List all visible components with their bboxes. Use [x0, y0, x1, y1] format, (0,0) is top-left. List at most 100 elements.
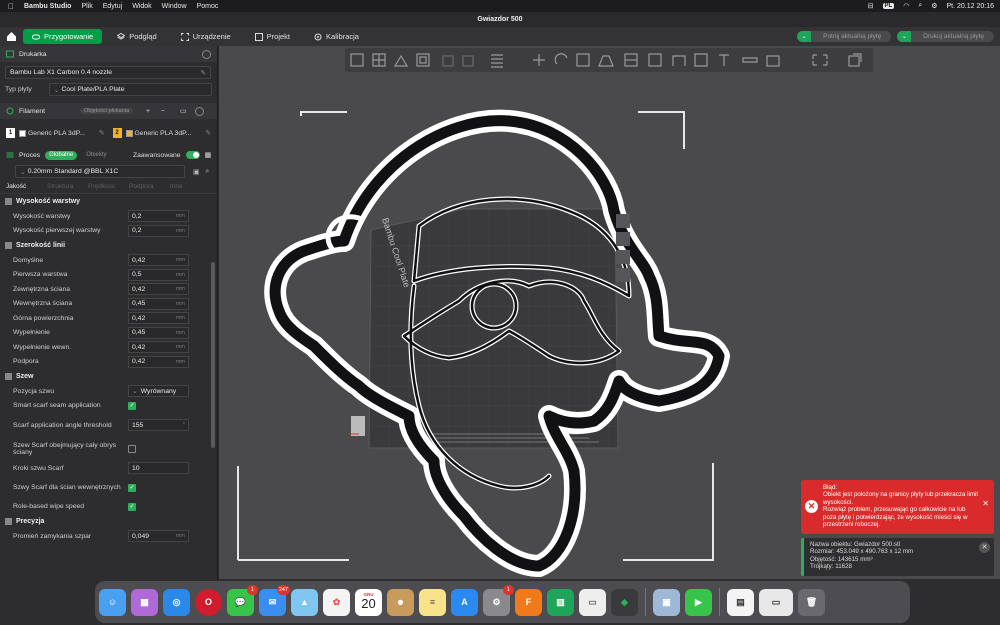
- add-filament-icon[interactable]: +: [146, 108, 150, 115]
- smart-scarf-checkbox[interactable]: ✓: [128, 401, 136, 410]
- plate-type-select[interactable]: ⌄ Cool Plate/PLA Plate: [48, 83, 212, 96]
- line-width-input[interactable]: 0,42 mm: [128, 355, 189, 368]
- home-icon[interactable]: [4, 30, 18, 44]
- app-menu[interactable]: Bambu Studio: [24, 3, 71, 10]
- opera-icon[interactable]: O: [195, 588, 222, 616]
- app-store-icon[interactable]: A: [451, 588, 478, 616]
- line-width-input[interactable]: 0,42 mm: [128, 283, 189, 296]
- filament-slot-1[interactable]: Generic PLA 3dP... ✎: [19, 129, 105, 137]
- first-layer-height-input[interactable]: 0,2 mm: [128, 224, 189, 237]
- line-width-input[interactable]: 0,45 mm: [128, 326, 189, 339]
- subtab-speed[interactable]: Prędkość: [88, 183, 129, 190]
- toggles-icon[interactable]: ⚙: [931, 2, 937, 10]
- wipe-speed-checkbox[interactable]: ✓: [128, 502, 136, 511]
- line-width-input[interactable]: 0,45 mm: [128, 297, 189, 310]
- apple-menu-icon[interactable]: : [6, 2, 16, 11]
- scarf-steps-input[interactable]: 10: [128, 462, 189, 475]
- control-center-icon[interactable]: ⊟: [868, 2, 874, 10]
- project-file-icon[interactable]: ▤: [727, 588, 754, 616]
- process-preset-select[interactable]: ⌄ 0.20mm Standard @BBL X1C: [15, 165, 185, 178]
- save-preset-icon[interactable]: ▣: [193, 168, 199, 176]
- param-line-width: Domyślne 0,42 mm: [0, 253, 217, 268]
- close-icon[interactable]: ✕: [982, 499, 989, 507]
- filament-settings-icon[interactable]: [195, 106, 205, 116]
- slice-plate-button[interactable]: ⌄ Potnij aktualną płytę: [797, 31, 892, 42]
- plate-arrange-icon[interactable]: [616, 250, 630, 264]
- fusion-icon[interactable]: F: [515, 588, 542, 616]
- notes-icon[interactable]: ≡: [419, 588, 446, 616]
- wifi-icon[interactable]: ◠: [903, 2, 909, 10]
- input-source[interactable]: PL: [882, 3, 895, 9]
- tab-calibration[interactable]: Kalibracja: [305, 29, 368, 44]
- close-icon[interactable]: ✕: [979, 542, 990, 553]
- numbers-icon[interactable]: ▥: [547, 588, 574, 616]
- tab-device[interactable]: Urządzenie: [172, 29, 240, 44]
- closing-radius-input[interactable]: 0,049 mm: [128, 530, 189, 543]
- facetime-icon[interactable]: ▶: [685, 588, 712, 616]
- printer-settings-icon[interactable]: [202, 49, 211, 59]
- photos-icon[interactable]: ✿: [323, 588, 350, 616]
- edit-icon[interactable]: ✎: [200, 69, 206, 77]
- scarf-full-checkbox[interactable]: [128, 445, 136, 453]
- preview-icon[interactable]: ▭: [579, 588, 606, 616]
- subtab-quality[interactable]: Jakość: [6, 183, 47, 190]
- clock[interactable]: Pt. 20.12 20:16: [947, 3, 994, 10]
- plate-orient-icon[interactable]: [616, 232, 630, 246]
- search-icon[interactable]: ⌕: [205, 168, 209, 176]
- menu-pomoc[interactable]: Pomoc: [197, 3, 219, 10]
- plate-lock-icon[interactable]: [616, 268, 630, 282]
- scarf-angle-input[interactable]: 155 °: [128, 419, 189, 431]
- 3d-viewport[interactable]: Bambu Cool Plate ✕ Błąd: Obiekt jest poł…: [219, 46, 1000, 579]
- tab-project[interactable]: Projekt: [246, 29, 299, 44]
- flush-volumes-button[interactable]: Objętości płukania: [80, 108, 134, 114]
- sidebar-scrollbar[interactable]: [211, 262, 215, 448]
- recent-window-icon[interactable]: ▭: [759, 588, 793, 616]
- remove-filament-icon[interactable]: −: [161, 108, 165, 115]
- printer-select[interactable]: Bambu Lab X1 Carbon 0.4 nozzle ✎: [5, 66, 211, 79]
- global-toggle[interactable]: Globalne: [45, 150, 78, 160]
- seam-position-select[interactable]: ⌄ Wyrównany: [128, 385, 189, 398]
- chevron-down-icon[interactable]: ⌄: [797, 31, 812, 42]
- menu-edytuj[interactable]: Edytuj: [103, 3, 122, 10]
- maps-icon[interactable]: ▲: [291, 588, 318, 616]
- plate-close-icon[interactable]: [616, 214, 630, 228]
- print-plate-button[interactable]: ⌄ Drukuj aktualną płytę: [897, 31, 994, 42]
- launchpad-icon[interactable]: ▦: [131, 588, 158, 616]
- sync-icon[interactable]: ▭: [180, 107, 186, 115]
- subtab-others[interactable]: Inne: [170, 183, 211, 190]
- search-icon[interactable]: ⌕: [918, 2, 922, 10]
- bambu-studio-icon[interactable]: ◆: [611, 588, 638, 616]
- filament-slot-2[interactable]: Generic PLA 3dP... ✎: [125, 129, 211, 137]
- safari-icon[interactable]: ◎: [163, 588, 190, 616]
- process-section-header: Proces Globalne Obiekty Zaawansowane ▦: [0, 147, 217, 163]
- objects-toggle[interactable]: Obiekty: [82, 151, 110, 160]
- messages-icon[interactable]: 💬 1: [227, 584, 258, 616]
- edit-icon[interactable]: ✎: [99, 129, 105, 137]
- subtab-strength[interactable]: Struktura: [47, 183, 88, 190]
- finder-icon[interactable]: ☺: [99, 588, 126, 616]
- screenshot-icon[interactable]: ▣: [653, 588, 680, 616]
- system-settings-icon[interactable]: ⚙ 1: [483, 584, 514, 616]
- advanced-toggle[interactable]: [185, 151, 200, 159]
- param-closing-radius: Promień zamykania szpar 0,049 mm: [0, 529, 217, 544]
- compare-icon[interactable]: ▦: [205, 151, 211, 159]
- line-width-input[interactable]: 0,42 mm: [128, 341, 189, 354]
- contacts-icon[interactable]: ☻: [387, 588, 414, 616]
- line-width-input[interactable]: 0,42 mm: [128, 254, 189, 267]
- layer-height-input[interactable]: 0,2 mm: [128, 210, 189, 223]
- chevron-down-icon[interactable]: ⌄: [897, 31, 912, 42]
- mail-icon[interactable]: ✉ 247: [259, 584, 290, 616]
- subtab-support[interactable]: Podpora: [129, 183, 170, 190]
- filament-slot-number: 1: [6, 128, 15, 138]
- menu-plik[interactable]: Plik: [81, 3, 92, 10]
- menu-widok[interactable]: Widok: [132, 3, 151, 10]
- menu-window[interactable]: Window: [162, 3, 187, 10]
- calendar-icon[interactable]: GRU 20: [355, 588, 382, 616]
- trash-icon[interactable]: 🗑: [798, 588, 825, 616]
- tab-prepare[interactable]: Przygotowanie: [23, 29, 103, 44]
- tab-preview[interactable]: Podgląd: [108, 29, 166, 44]
- edit-icon[interactable]: ✎: [205, 129, 211, 137]
- line-width-input[interactable]: 0,5 mm: [128, 268, 189, 281]
- line-width-input[interactable]: 0,42 mm: [128, 312, 189, 325]
- scarf-inner-checkbox[interactable]: ✓: [128, 483, 136, 492]
